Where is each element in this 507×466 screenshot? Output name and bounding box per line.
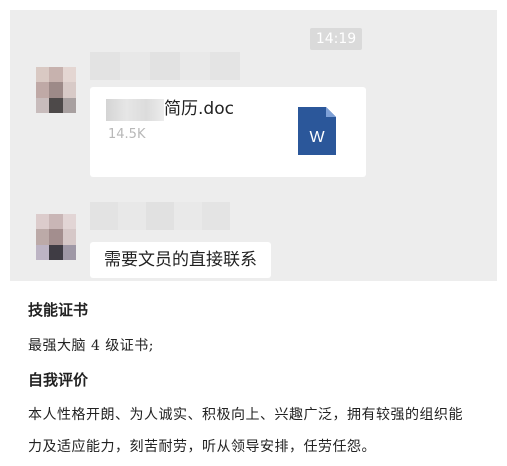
word-doc-icon: W [298, 107, 336, 155]
skills-heading: 技能证书 [28, 301, 89, 319]
file-message-card[interactable]: 简历.doc 14.5K W [90, 87, 366, 177]
sender-name-blurred [90, 202, 230, 230]
file-name: 简历.doc [164, 99, 234, 119]
chat-window: 14:19 简历.doc 14.5K W 需要文员的直接联系 [10, 10, 497, 281]
resume-excerpt: 技能证书 最强大脑 4 级证书; 自我评价 本人性格开朗、为人诚实、积极向上、兴… [10, 281, 497, 466]
self-eval-line: 力及适应能力，刻苦耐劳，听从领导安排，任劳任怨。 [28, 439, 376, 455]
avatar[interactable] [36, 214, 76, 260]
file-size: 14.5K [108, 127, 146, 142]
timestamp-badge: 14:19 [310, 28, 362, 50]
sender-name-blurred [90, 52, 240, 80]
self-eval-heading: 自我评价 [28, 371, 89, 389]
text-message-bubble[interactable]: 需要文员的直接联系 [90, 242, 271, 278]
svg-text:W: W [309, 129, 325, 146]
self-eval-line: 本人性格开朗、为人诚实、积极向上、兴趣广泛，拥有较强的组织能 [28, 407, 463, 423]
avatar[interactable] [36, 67, 76, 113]
skills-text: 最强大脑 4 级证书; [28, 338, 155, 354]
file-name-redacted [106, 99, 164, 121]
